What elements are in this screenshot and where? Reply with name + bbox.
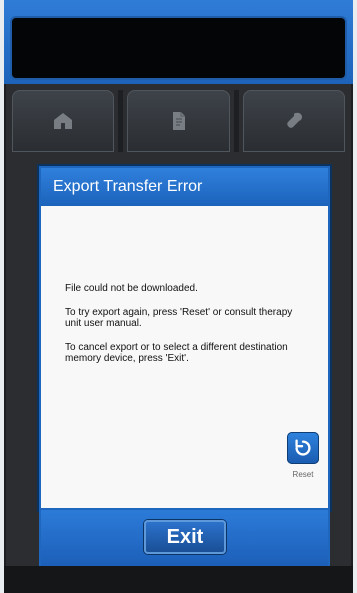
home-icon (54, 113, 73, 129)
error-message-line: To try export again, press 'Reset' or co… (65, 306, 293, 330)
tab-divider (118, 90, 124, 152)
error-message-line: File could not be downloaded. (65, 283, 198, 294)
reset-icon (295, 439, 311, 456)
document-tab[interactable] (127, 90, 230, 152)
reset-button[interactable] (287, 432, 319, 464)
dialog-title: Export Transfer Error (53, 178, 203, 195)
bottom-bar (4, 566, 353, 593)
home-tab[interactable] (12, 90, 115, 152)
top-banner (4, 0, 353, 84)
document-icon (173, 112, 186, 130)
status-display (12, 18, 345, 78)
error-message-line: To cancel export or to select a differen… (65, 341, 288, 365)
tools-tab[interactable] (242, 90, 345, 152)
dialog-body: File could not be downloaded. To try exp… (65, 283, 310, 377)
device-screen: Export Transfer Error File could not be … (4, 0, 353, 593)
dialog-header: Export Transfer Error (41, 168, 328, 206)
export-error-dialog: Export Transfer Error File could not be … (41, 168, 328, 508)
wrench-icon (287, 112, 302, 128)
exit-button[interactable]: Exit (144, 520, 226, 554)
tab-bar (4, 86, 353, 156)
dialog-footer: Exit (41, 510, 328, 570)
tab-divider (233, 90, 239, 152)
reset-label: Reset (292, 470, 314, 479)
